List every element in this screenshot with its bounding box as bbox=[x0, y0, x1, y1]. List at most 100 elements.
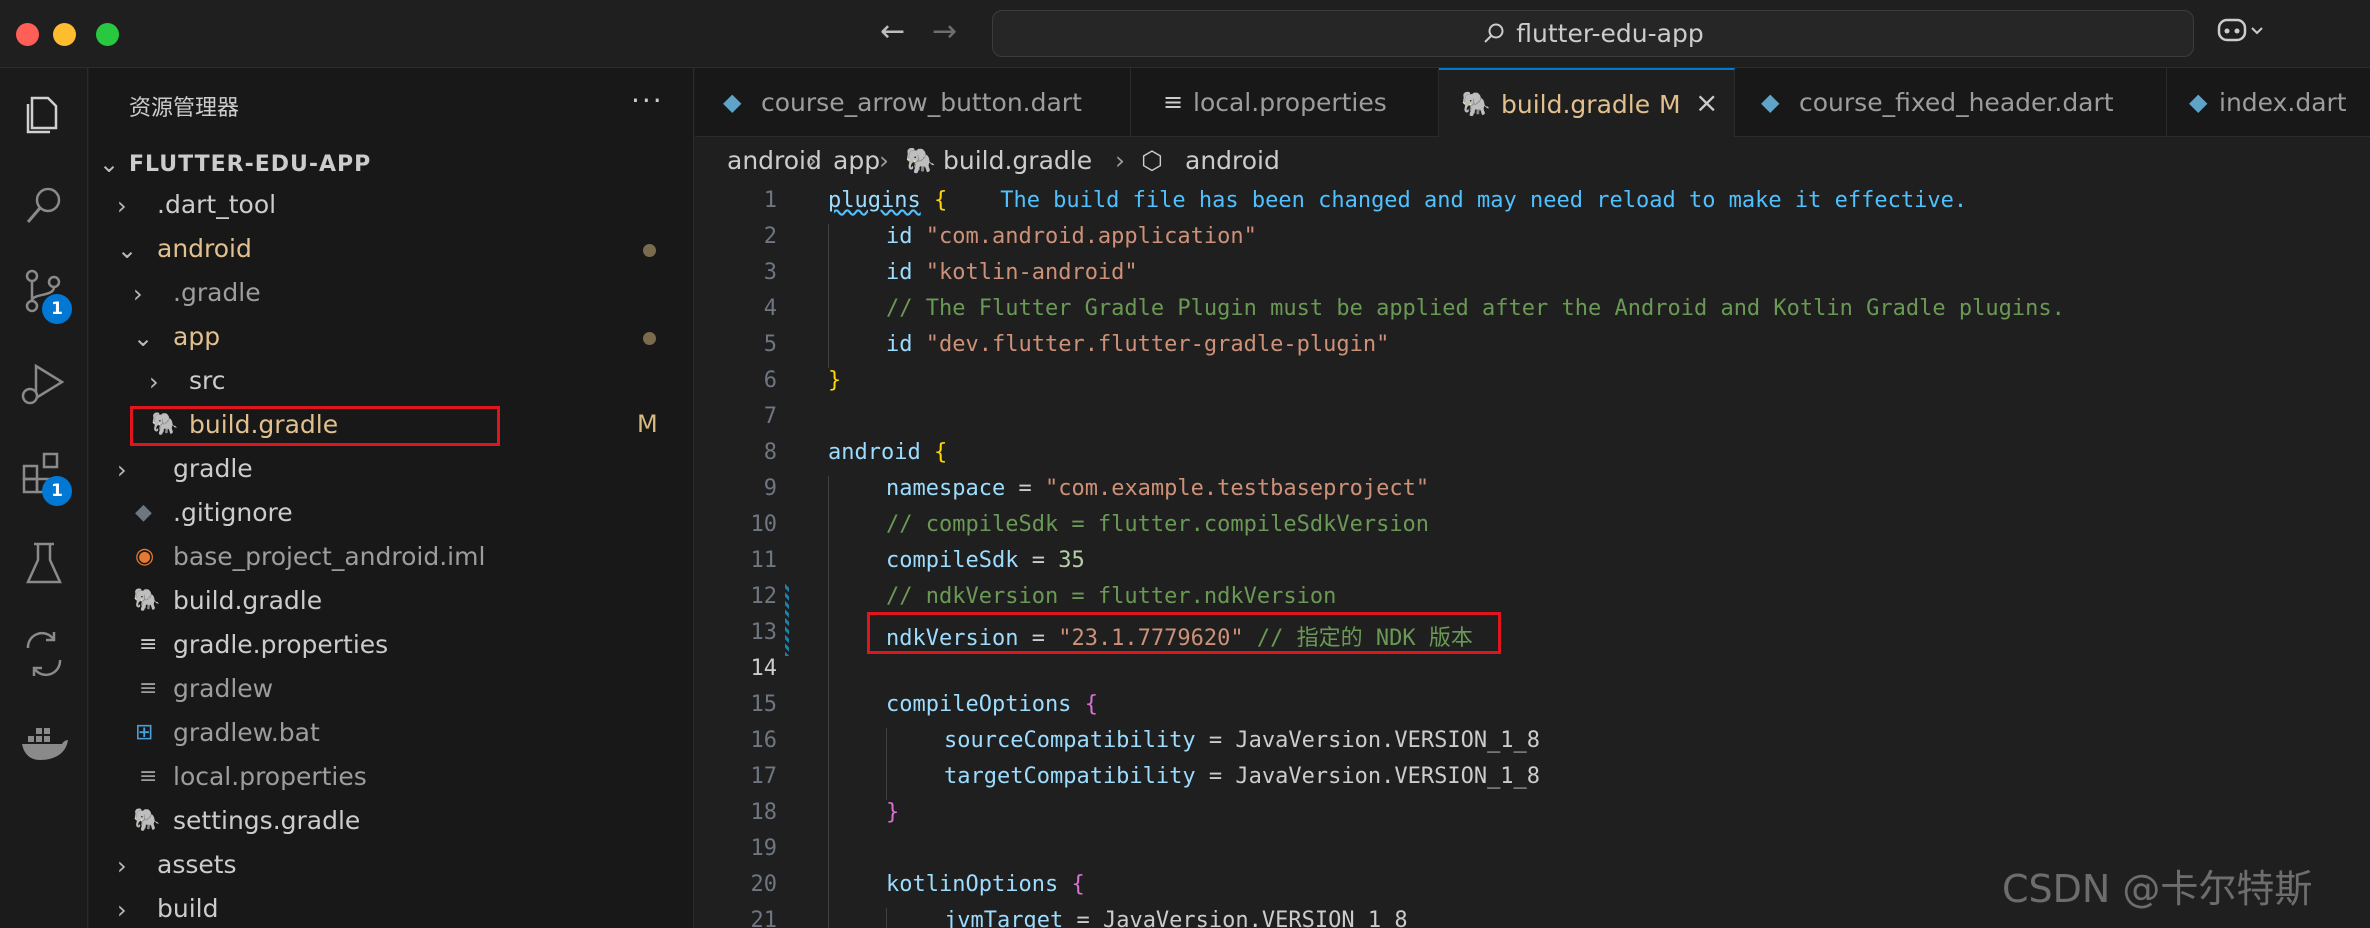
tree-item-label: local.properties bbox=[173, 762, 367, 791]
gradle-icon: 🐘 bbox=[133, 588, 161, 613]
line-number: 11 bbox=[750, 548, 778, 573]
code-string: "kotlin-android" bbox=[925, 260, 1138, 285]
tree-item-label: gradlew.bat bbox=[173, 718, 320, 747]
tree-item-gradlew-bat[interactable]: ⊞ gradlew.bat bbox=[89, 712, 694, 756]
tree-item-app[interactable]: ⌄ app bbox=[89, 316, 694, 360]
code-brace: { bbox=[1071, 872, 1085, 897]
copilot-icon[interactable] bbox=[2216, 14, 2264, 57]
command-center-search[interactable]: flutter-edu-app bbox=[992, 10, 2194, 57]
tab-build-gradle[interactable]: 🐘 build.gradle M × bbox=[1439, 68, 1735, 137]
breadcrumb-android-block[interactable]: android bbox=[1185, 146, 1280, 175]
tab-local-properties[interactable]: ≡ local.properties bbox=[1131, 68, 1439, 137]
tab-label: local.properties bbox=[1193, 88, 1387, 117]
line-number: 2 bbox=[763, 224, 777, 249]
dart-icon: ◆ bbox=[2189, 88, 2208, 116]
line-number: 1 bbox=[763, 188, 777, 213]
code-brace: } bbox=[828, 368, 842, 393]
tree-item-local-properties[interactable]: ≡ local.properties bbox=[89, 756, 694, 800]
indent-guide bbox=[828, 224, 829, 368]
modified-dot bbox=[643, 244, 656, 257]
file-lines-icon: ≡ bbox=[139, 676, 158, 701]
line-number: 9 bbox=[763, 476, 777, 501]
code-operator: = bbox=[1018, 548, 1059, 573]
code-line-12: // ndkVersion = flutter.ndkVersion bbox=[886, 584, 1336, 609]
more-actions-icon[interactable]: ··· bbox=[631, 84, 664, 117]
explorer-icon[interactable] bbox=[18, 90, 70, 142]
tree-item-android[interactable]: ⌄ android bbox=[89, 228, 694, 272]
code-brace: { bbox=[1084, 692, 1098, 717]
code-brace: { bbox=[933, 440, 948, 465]
tree-item-gradle[interactable]: › gradle bbox=[89, 448, 694, 492]
modified-status: M bbox=[1659, 90, 1681, 119]
gutter-change-marker bbox=[785, 584, 789, 656]
code-line-8: android { bbox=[828, 440, 947, 465]
tree-root[interactable]: ⌄ FLUTTER-EDU-APP bbox=[89, 142, 694, 186]
docker-icon[interactable] bbox=[18, 718, 70, 770]
breadcrumb-build-gradle[interactable]: build.gradle bbox=[943, 146, 1092, 175]
tab-course-fixed-header[interactable]: ◆ course_fixed_header.dart bbox=[1735, 68, 2167, 137]
chevron-right-icon: › bbox=[117, 852, 127, 880]
tree-item-gradlew[interactable]: ≡ gradlew bbox=[89, 668, 694, 712]
maximize-window-button[interactable] bbox=[96, 23, 119, 46]
chevron-right-icon: › bbox=[133, 280, 143, 308]
tree-item-dart-tool[interactable]: › .dart_tool bbox=[89, 184, 694, 228]
code-line-17: targetCompatibility = JavaVersion.VERSIO… bbox=[944, 764, 1540, 789]
tree-item-src[interactable]: › src bbox=[89, 360, 694, 404]
run-debug-icon[interactable] bbox=[18, 358, 70, 410]
dart-icon: ◆ bbox=[723, 88, 742, 116]
tree-item-gitignore[interactable]: ◆ .gitignore bbox=[89, 492, 694, 536]
line-number: 16 bbox=[750, 728, 778, 753]
code-editor[interactable]: 1 2 3 4 5 6 7 8 9 10 11 12 13 14 15 16 1… bbox=[695, 188, 2370, 928]
code-keyword: plugins bbox=[828, 188, 921, 213]
tab-label: index.dart bbox=[2219, 88, 2347, 117]
forward-arrow-icon[interactable]: → bbox=[932, 14, 957, 49]
code-expression: = JavaVersion.VERSION_1_8 bbox=[1195, 764, 1541, 789]
tree-item-build-gradle[interactable]: 🐘 build.gradle bbox=[89, 580, 694, 624]
source-control-icon[interactable]: 1 bbox=[18, 266, 72, 324]
search-text: flutter-edu-app bbox=[1516, 19, 1704, 48]
dart-icon: ◆ bbox=[1761, 88, 1780, 116]
modified-dot bbox=[643, 332, 656, 345]
code-keyword: targetCompatibility bbox=[944, 764, 1196, 789]
close-icon[interactable]: × bbox=[1695, 86, 1718, 119]
line-number: 5 bbox=[763, 332, 777, 357]
indent-guide bbox=[886, 908, 887, 928]
code-string: "com.example.testbaseproject" bbox=[1044, 476, 1430, 501]
code-keyword: android bbox=[828, 440, 921, 465]
breadcrumb-separator: › bbox=[1115, 146, 1125, 175]
tab-index[interactable]: ◆ index.dart bbox=[2167, 68, 2370, 137]
diff-icon[interactable] bbox=[18, 628, 70, 680]
highlight-box bbox=[130, 406, 500, 446]
editor-tabs: ◆ course_arrow_button.dart ≡ local.prope… bbox=[695, 68, 2370, 137]
code-line-1: plugins { The build file has been change… bbox=[828, 188, 1967, 213]
search-icon[interactable] bbox=[18, 180, 70, 232]
reload-hint[interactable]: The build file has been changed and may … bbox=[1000, 188, 1967, 213]
tree-item-assets[interactable]: › assets bbox=[89, 844, 694, 888]
tree-item-settings-gradle[interactable]: 🐘 settings.gradle bbox=[89, 800, 694, 844]
breadcrumb-app[interactable]: app bbox=[833, 146, 880, 175]
code-brace: { bbox=[933, 188, 948, 213]
code-comment: // compileSdk = flutter.compileSdkVersio… bbox=[886, 512, 1430, 537]
code-line-5: id "dev.flutter.flutter-gradle-plugin" bbox=[886, 332, 1389, 357]
code-keyword: jvmTarget bbox=[944, 908, 1064, 928]
minimize-window-button[interactable] bbox=[53, 23, 76, 46]
back-arrow-icon[interactable]: ← bbox=[880, 14, 905, 49]
explorer-title: 资源管理器 bbox=[129, 96, 240, 121]
tree-item-gradle-properties[interactable]: ≡ gradle.properties bbox=[89, 624, 694, 668]
close-window-button[interactable] bbox=[16, 23, 39, 46]
code-line-16: sourceCompatibility = JavaVersion.VERSIO… bbox=[944, 728, 1540, 753]
chevron-right-icon: › bbox=[117, 896, 127, 924]
tree-item-label: assets bbox=[157, 850, 237, 879]
gradle-icon: 🐘 bbox=[133, 808, 161, 833]
tree-item-iml[interactable]: ◉ base_project_android.iml bbox=[89, 536, 694, 580]
line-number: 3 bbox=[763, 260, 777, 285]
code-number: 35 bbox=[1058, 548, 1085, 573]
line-number: 17 bbox=[750, 764, 778, 789]
tab-course-arrow-button[interactable]: ◆ course_arrow_button.dart bbox=[695, 68, 1131, 137]
tree-item-build[interactable]: › build bbox=[89, 888, 694, 928]
extensions-icon[interactable]: 1 bbox=[18, 448, 72, 506]
line-number: 4 bbox=[763, 296, 777, 321]
tree-item-gradle-dir[interactable]: › .gradle bbox=[89, 272, 694, 316]
modified-status: M bbox=[637, 410, 658, 438]
testing-icon[interactable] bbox=[18, 538, 70, 590]
